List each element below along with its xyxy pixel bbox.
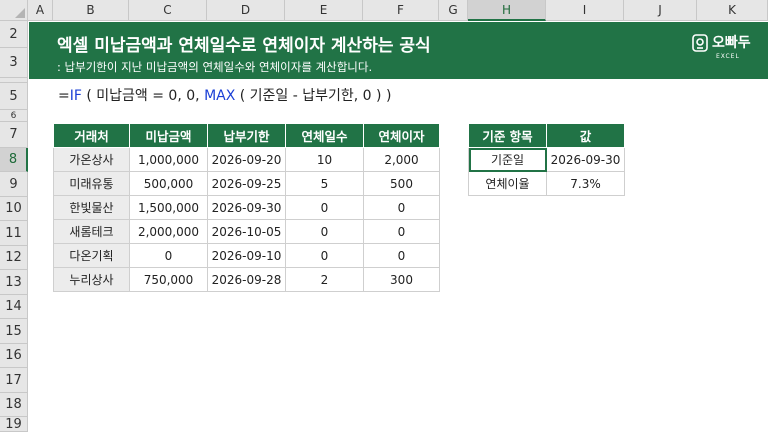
table-row: 연체이율 7.3% xyxy=(468,171,625,196)
due-date-cell[interactable]: 2026-09-28 xyxy=(207,267,286,292)
table-row: 가온상사 1,000,000 2026-09-20 10 2,000 xyxy=(53,147,440,172)
interest-rate-label-cell[interactable]: 연체이율 xyxy=(468,171,547,196)
header-value: 값 xyxy=(546,123,625,148)
base-date-value-cell[interactable]: 2026-09-30 xyxy=(546,147,625,172)
due-date-cell[interactable]: 2026-09-25 xyxy=(207,171,286,196)
days-cell[interactable]: 5 xyxy=(285,171,364,196)
column-header-c[interactable]: C xyxy=(129,0,207,21)
brand-logo: 오빠두 EXCEL xyxy=(692,32,754,66)
table-row: 기준일 2026-09-30 xyxy=(468,147,625,172)
interest-cell[interactable]: 0 xyxy=(363,243,440,268)
header-overdue-interest: 연체이자 xyxy=(363,123,440,148)
due-date-cell[interactable]: 2026-09-10 xyxy=(207,243,286,268)
days-cell[interactable]: 10 xyxy=(285,147,364,172)
reference-table: 기준 항목 값 기준일 2026-09-30 연체이율 7.3% xyxy=(468,123,625,196)
row-header-13[interactable]: 13 xyxy=(0,270,28,295)
column-header-a[interactable]: A xyxy=(28,0,53,21)
due-date-cell[interactable]: 2026-09-30 xyxy=(207,195,286,220)
select-all-triangle-icon xyxy=(15,8,25,18)
table-row: 다온기획 0 2026-09-10 0 0 xyxy=(53,243,440,268)
days-cell[interactable]: 0 xyxy=(285,195,364,220)
amount-cell[interactable]: 1,000,000 xyxy=(129,147,208,172)
header-unpaid-amount: 미납금액 xyxy=(129,123,208,148)
table-row: 미래유통 500,000 2026-09-25 5 500 xyxy=(53,171,440,196)
reference-table-header: 기준 항목 값 xyxy=(468,123,625,148)
column-header-d[interactable]: D xyxy=(207,0,285,21)
row-header-16[interactable]: 16 xyxy=(0,344,28,368)
column-header-f[interactable]: F xyxy=(363,0,439,21)
client-cell[interactable]: 다온기획 xyxy=(53,243,130,268)
amount-cell[interactable]: 750,000 xyxy=(129,267,208,292)
due-date-cell[interactable]: 2026-10-05 xyxy=(207,219,286,244)
column-header-k[interactable]: K xyxy=(697,0,768,21)
row-header-9[interactable]: 9 xyxy=(0,172,28,197)
row-header-17[interactable]: 17 xyxy=(0,368,28,393)
row-header-18[interactable]: 18 xyxy=(0,393,28,417)
row-header-11[interactable]: 11 xyxy=(0,221,28,246)
interest-cell[interactable]: 500 xyxy=(363,171,440,196)
column-header-j[interactable]: J xyxy=(624,0,697,21)
row-header-12[interactable]: 12 xyxy=(0,246,28,270)
interest-rate-value-cell[interactable]: 7.3% xyxy=(546,171,625,196)
row-header-14[interactable]: 14 xyxy=(0,295,28,319)
banner-title: 엑셀 미납금액과 연체일수로 연체이자 계산하는 공식 xyxy=(57,36,431,56)
formula-args-1: ( 미납금액 = 0, 0, xyxy=(81,88,205,104)
row-header-6[interactable]: 6 xyxy=(0,110,28,122)
interest-cell[interactable]: 300 xyxy=(363,267,440,292)
formula-text: =IF ( 미납금액 = 0, 0, MAX ( 기준일 - 납부기한, 0 )… xyxy=(58,85,391,105)
column-header-g[interactable]: G xyxy=(439,0,468,21)
header-due-date: 납부기한 xyxy=(207,123,286,148)
formula-args-2: ( 기준일 - 납부기한, 0 ) ) xyxy=(235,88,392,104)
table-row: 한빛물산 1,500,000 2026-09-30 0 0 xyxy=(53,195,440,220)
client-cell[interactable]: 미래유통 xyxy=(53,171,130,196)
overdue-table-header: 거래처 미납금액 납부기한 연체일수 연체이자 xyxy=(53,123,440,148)
banner-subtitle: : 납부기한이 지난 미납금액의 연체일수와 연체이자를 계산합니다. xyxy=(57,60,373,74)
row-header-2[interactable]: 2 xyxy=(0,21,28,48)
select-all-corner[interactable] xyxy=(0,0,28,21)
interest-cell[interactable]: 0 xyxy=(363,195,440,220)
header-reference-item: 기준 항목 xyxy=(468,123,547,148)
column-header-h[interactable]: H xyxy=(468,0,546,21)
row-header-3[interactable]: 3 xyxy=(0,48,28,78)
due-date-cell[interactable]: 2026-09-20 xyxy=(207,147,286,172)
row-header-15[interactable]: 15 xyxy=(0,319,28,344)
days-cell[interactable]: 0 xyxy=(285,219,364,244)
header-overdue-days: 연체일수 xyxy=(285,123,364,148)
column-header-b[interactable]: B xyxy=(53,0,129,21)
amount-cell[interactable]: 0 xyxy=(129,243,208,268)
client-cell[interactable]: 한빛물산 xyxy=(53,195,130,220)
row-header-10[interactable]: 10 xyxy=(0,197,28,221)
title-banner: 엑셀 미납금액과 연체일수로 연체이자 계산하는 공식 : 납부기한이 지난 미… xyxy=(29,22,768,79)
table-row: 누리상사 750,000 2026-09-28 2 300 xyxy=(53,267,440,292)
amount-cell[interactable]: 1,500,000 xyxy=(129,195,208,220)
logo-icon xyxy=(692,34,708,52)
interest-cell[interactable]: 0 xyxy=(363,219,440,244)
formula-fn-max: MAX xyxy=(204,88,236,104)
days-cell[interactable]: 0 xyxy=(285,243,364,268)
overdue-table: 거래처 미납금액 납부기한 연체일수 연체이자 가온상사 1,000,000 2… xyxy=(53,123,440,292)
logo-text: 오빠두 xyxy=(712,35,751,51)
logo-subtext: EXCEL xyxy=(716,53,740,60)
amount-cell[interactable]: 2,000,000 xyxy=(129,219,208,244)
row-header-19[interactable]: 19 xyxy=(0,417,28,432)
row-header-7[interactable]: 7 xyxy=(0,122,28,148)
spreadsheet: A B C D E F G H I J K 2 3 5 6 7 8 9 10 1… xyxy=(0,0,768,432)
row-header-8[interactable]: 8 xyxy=(0,148,28,172)
table-row: 새롬테크 2,000,000 2026-10-05 0 0 xyxy=(53,219,440,244)
column-header-e[interactable]: E xyxy=(285,0,363,21)
formula-eq: = xyxy=(58,88,70,104)
amount-cell[interactable]: 500,000 xyxy=(129,171,208,196)
client-cell[interactable]: 가온상사 xyxy=(53,147,130,172)
client-cell[interactable]: 누리상사 xyxy=(53,267,130,292)
client-cell[interactable]: 새롬테크 xyxy=(53,219,130,244)
base-date-label-cell[interactable]: 기준일 xyxy=(468,147,547,172)
formula-fn-if: IF xyxy=(69,88,82,104)
header-client: 거래처 xyxy=(53,123,130,148)
days-cell[interactable]: 2 xyxy=(285,267,364,292)
column-header-i[interactable]: I xyxy=(546,0,624,21)
row-header-5[interactable]: 5 xyxy=(0,83,28,110)
interest-cell[interactable]: 2,000 xyxy=(363,147,440,172)
